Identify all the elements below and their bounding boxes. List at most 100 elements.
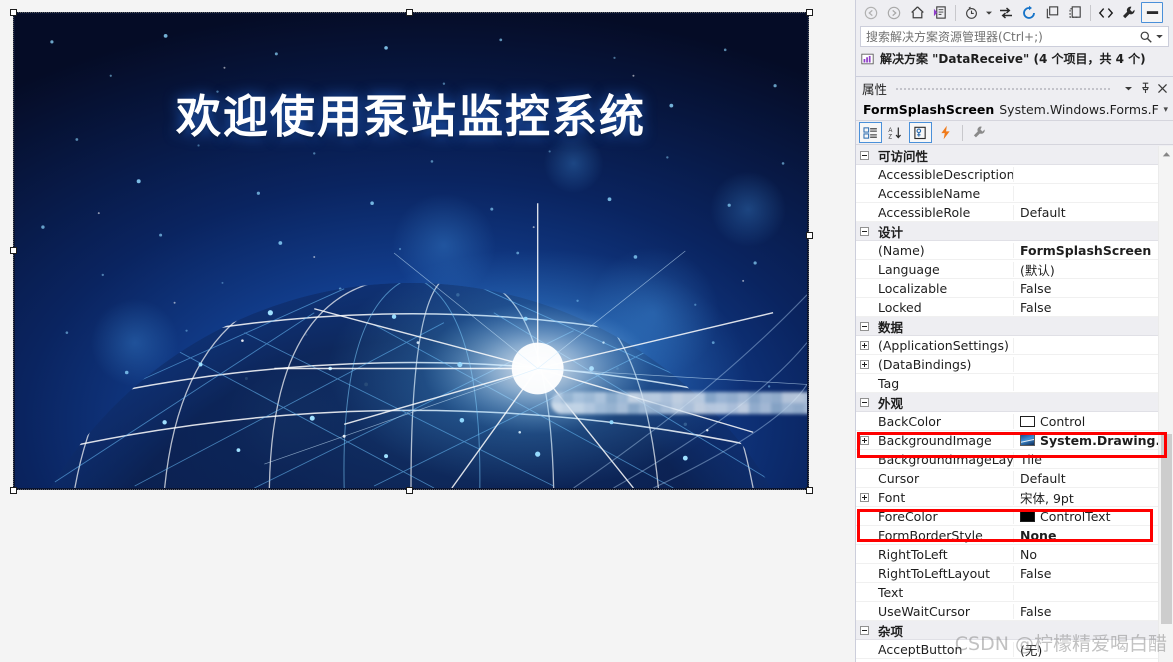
scrollbar-thumb[interactable] <box>1161 434 1172 624</box>
properties-window-titlebar[interactable]: 属性 <box>856 77 1173 99</box>
collapse-expander-icon[interactable] <box>856 321 872 331</box>
property-category-row[interactable]: 数据 <box>856 317 1158 336</box>
refresh-icon[interactable] <box>1018 2 1040 23</box>
search-solution-explorer-input[interactable]: 搜索解决方案资源管理器(Ctrl+;) <box>860 26 1169 47</box>
forward-icon[interactable] <box>883 2 905 23</box>
solution-root-node[interactable]: 解决方案 "DataReceive" (4 个项目，共 4 个) <box>860 49 1169 68</box>
property-category-row[interactable]: 杂项 <box>856 621 1158 640</box>
search-options-chevron-icon[interactable] <box>1155 32 1164 41</box>
property-row[interactable]: AcceptButton (无) <box>856 640 1158 659</box>
property-row[interactable]: Language (默认) <box>856 260 1158 279</box>
property-category-row[interactable]: 外观 <box>856 393 1158 412</box>
property-row[interactable]: Locked False <box>856 298 1158 317</box>
property-row[interactable]: AccessibleRole Default <box>856 203 1158 222</box>
property-value[interactable]: 宋体, 9pt <box>1014 488 1158 507</box>
resize-handle-middle-right[interactable] <box>806 232 813 239</box>
property-row[interactable]: (DataBindings) <box>856 355 1158 374</box>
property-value[interactable]: Tile <box>1014 452 1158 467</box>
collapse-expander-icon[interactable] <box>856 397 872 407</box>
property-value[interactable]: Default <box>1014 205 1158 220</box>
property-row[interactable]: BackgroundImage System.Drawing.Bi <box>856 431 1158 450</box>
property-grid-scrollbar[interactable] <box>1158 146 1173 662</box>
close-icon[interactable] <box>1154 80 1171 97</box>
resize-handle-top-right[interactable] <box>806 9 813 16</box>
expand-expander-icon[interactable] <box>856 340 872 350</box>
property-row[interactable]: Font 宋体, 9pt <box>856 488 1158 507</box>
properties-toolbar[interactable]: A Z <box>856 121 1173 145</box>
property-row[interactable]: Localizable False <box>856 279 1158 298</box>
property-value[interactable]: (默认) <box>1014 260 1158 279</box>
preview-selected-items-icon[interactable] <box>1141 2 1163 23</box>
property-row[interactable]: FormBorderStyle None <box>856 526 1158 545</box>
property-grid-rows[interactable]: 可访问性 AccessibleDescription AccessibleName A… <box>856 146 1158 662</box>
property-name: FormBorderStyle <box>872 527 1014 543</box>
expand-expander-icon[interactable] <box>856 359 872 369</box>
property-row[interactable]: RightToLeft No <box>856 545 1158 564</box>
events-button[interactable] <box>934 122 957 143</box>
expand-expander-icon[interactable] <box>856 435 872 445</box>
property-row[interactable]: Text <box>856 583 1158 602</box>
property-pages-button[interactable] <box>968 122 991 143</box>
pin-icon[interactable] <box>1137 80 1154 97</box>
property-row[interactable]: ForeColor ControlText <box>856 507 1158 526</box>
view-code-icon[interactable] <box>1095 2 1117 23</box>
property-value[interactable]: FormSplashScreen <box>1014 243 1158 258</box>
alphabetical-view-button[interactable]: A Z <box>884 122 907 143</box>
property-value[interactable]: False <box>1014 281 1158 296</box>
resize-handle-bottom-left[interactable] <box>10 487 17 494</box>
property-row[interactable]: Cursor Default <box>856 469 1158 488</box>
chevron-down-icon[interactable] <box>983 2 994 23</box>
collapse-expander-icon[interactable] <box>856 625 872 635</box>
property-value[interactable]: False <box>1014 604 1158 619</box>
pending-changes-icon[interactable] <box>960 2 982 23</box>
property-value[interactable]: No <box>1014 547 1158 562</box>
window-menu-dropdown-icon[interactable] <box>1120 80 1137 97</box>
solution-root-label: 解决方案 "DataReceive" (4 个项目，共 4 个) <box>880 52 1146 66</box>
property-row[interactable]: (ApplicationSettings) <box>856 336 1158 355</box>
expand-expander-icon[interactable] <box>856 492 872 502</box>
property-row[interactable]: BackColor Control <box>856 412 1158 431</box>
property-value[interactable]: Control <box>1014 414 1158 429</box>
collapse-all-icon[interactable] <box>1041 2 1063 23</box>
property-value[interactable]: Default <box>1014 471 1158 486</box>
object-combobox-chevron-icon[interactable]: ▾ <box>1159 104 1172 115</box>
property-value[interactable]: None <box>1014 528 1158 543</box>
resize-handle-bottom-right[interactable] <box>806 487 813 494</box>
selected-object-combobox[interactable]: FormSplashScreen System.Windows.Forms.Fo… <box>856 99 1173 121</box>
property-value[interactable]: ControlText <box>1014 509 1158 524</box>
collapse-expander-icon[interactable] <box>856 150 872 160</box>
property-grid[interactable]: 可访问性 AccessibleDescription AccessibleName A… <box>856 146 1173 662</box>
back-icon[interactable] <box>860 2 882 23</box>
property-value[interactable]: False <box>1014 566 1158 581</box>
property-category-row[interactable]: 设计 <box>856 222 1158 241</box>
search-icon[interactable] <box>1139 30 1153 44</box>
resize-handle-top-center[interactable] <box>406 9 413 16</box>
solution-explorer-view-icon[interactable] <box>929 2 951 23</box>
mosaic-block <box>661 403 672 414</box>
resize-handle-top-left[interactable] <box>10 9 17 16</box>
form-splash-screen-design-surface[interactable]: 欢迎使用泵站监控系统 <box>13 12 809 490</box>
categorized-view-button[interactable] <box>859 122 882 143</box>
sync-with-active-document-icon[interactable] <box>995 2 1017 23</box>
property-row[interactable]: UseWaitCursor False <box>856 602 1158 621</box>
property-category-row[interactable]: 可访问性 <box>856 146 1158 165</box>
property-row[interactable]: AccessibleDescription <box>856 165 1158 184</box>
property-value[interactable]: False <box>1014 300 1158 315</box>
property-value[interactable]: System.Drawing.Bi <box>1014 433 1158 448</box>
resize-handle-middle-left[interactable] <box>10 247 17 254</box>
home-icon[interactable] <box>906 2 928 23</box>
property-row[interactable]: Tag <box>856 374 1158 393</box>
solution-explorer-toolbar[interactable] <box>856 0 1173 25</box>
property-row[interactable]: BackgroundImageLayc Tile <box>856 450 1158 469</box>
properties-wrench-icon[interactable] <box>1118 2 1140 23</box>
property-value[interactable]: (无) <box>1014 640 1158 659</box>
show-all-files-icon[interactable] <box>1064 2 1086 23</box>
property-row[interactable]: (Name) FormSplashScreen <box>856 241 1158 260</box>
collapse-expander-icon[interactable] <box>856 226 872 236</box>
property-row[interactable]: AccessibleName <box>856 184 1158 203</box>
form-designer-surface[interactable]: 欢迎使用泵站监控系统 <box>0 0 855 662</box>
resize-handle-bottom-center[interactable] <box>406 487 413 494</box>
property-row[interactable]: RightToLeftLayout False <box>856 564 1158 583</box>
properties-page-button[interactable] <box>909 122 932 143</box>
scroll-up-arrow[interactable] <box>1159 146 1173 162</box>
